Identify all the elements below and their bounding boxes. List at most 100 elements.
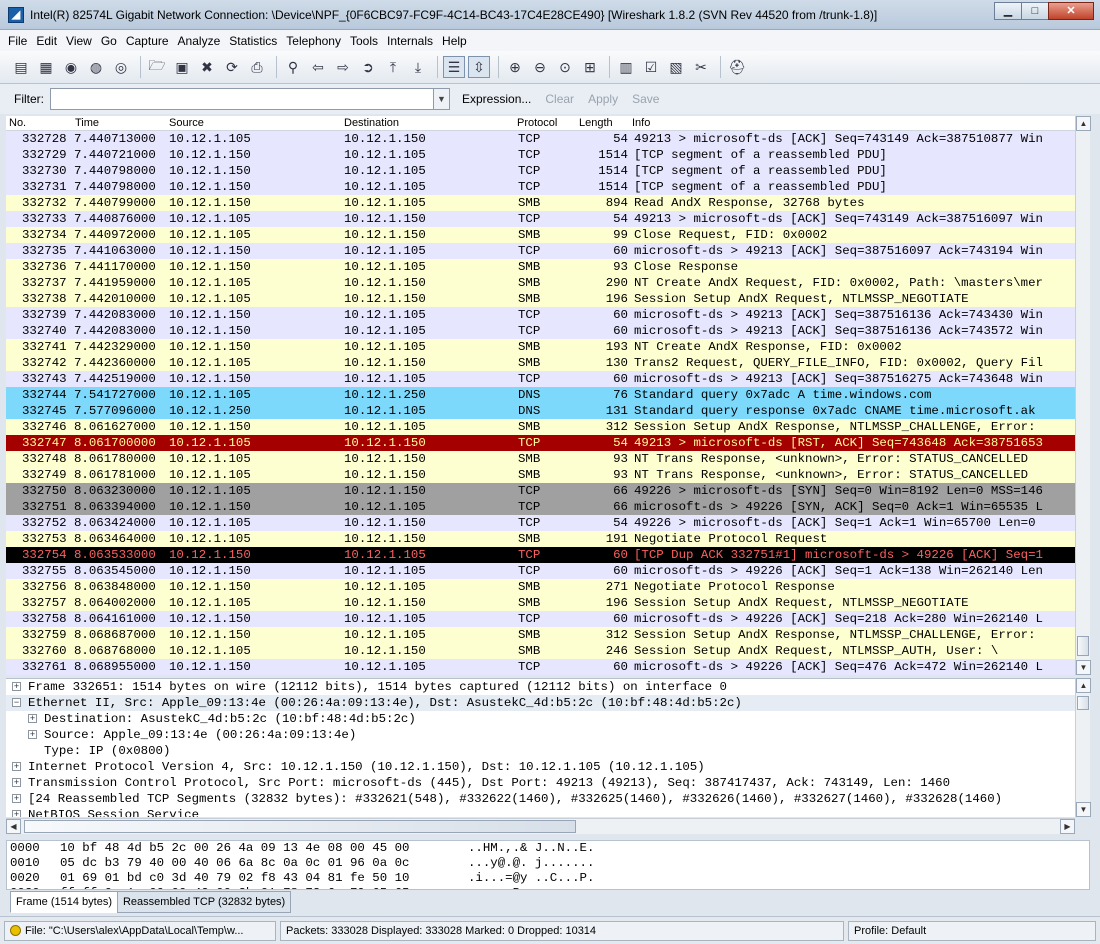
scroll-up-icon[interactable]: ▲ — [1076, 116, 1091, 131]
packet-row[interactable]: 332730 7.440798000 10.12.1.150 10.12.1.105 T… — [6, 163, 1075, 179]
packet-row[interactable]: 332739 7.442083000 10.12.1.150 10.12.1.105 T… — [6, 307, 1075, 323]
detail-tree-item[interactable]: + Destination: AsustekC_4d:b5:2c (10:bf:4… — [6, 711, 1075, 727]
scroll-down-icon[interactable]: ▼ — [1076, 660, 1091, 675]
status-profile[interactable]: Profile: Default — [848, 920, 1096, 941]
menu-file[interactable]: File — [8, 34, 27, 48]
tab-frame[interactable]: Frame (1514 bytes) — [10, 891, 118, 913]
packet-row[interactable]: 332728 7.440713000 10.12.1.105 10.12.1.150 T… — [6, 131, 1075, 147]
save-button[interactable]: Save — [632, 92, 659, 106]
status-file[interactable]: File: "C:\Users\alex\AppData\Local\Temp\… — [4, 920, 276, 941]
preferences-icon[interactable]: ✂ — [690, 56, 712, 78]
close-button[interactable]: ✕ — [1048, 2, 1094, 20]
packet-row[interactable]: 332756 8.063848000 10.12.1.150 10.12.1.105 S… — [6, 579, 1075, 595]
packet-row[interactable]: 332736 7.441170000 10.12.1.150 10.12.1.105 S… — [6, 259, 1075, 275]
packet-row[interactable]: 332729 7.440721000 10.12.1.150 10.12.1.105 T… — [6, 147, 1075, 163]
column-header-protocol[interactable]: Protocol — [517, 117, 557, 129]
display-filters-icon[interactable]: ☑ — [640, 56, 662, 78]
scroll-left-icon[interactable]: ◀ — [6, 819, 21, 834]
column-header-destination[interactable]: Destination — [344, 117, 399, 129]
expand-icon[interactable]: + — [12, 762, 21, 771]
expression-button[interactable]: Expression... — [462, 92, 531, 106]
menu-help[interactable]: Help — [442, 34, 467, 48]
packet-row[interactable]: 332753 8.063464000 10.12.1.105 10.12.1.150 S… — [6, 531, 1075, 547]
packet-row[interactable]: 332733 7.440876000 10.12.1.105 10.12.1.150 T… — [6, 211, 1075, 227]
scrollbar-thumb[interactable] — [24, 820, 576, 833]
column-header-info[interactable]: Info — [632, 117, 650, 129]
packet-row[interactable]: 332750 8.063230000 10.12.1.105 10.12.1.150 T… — [6, 483, 1075, 499]
details-scrollbar[interactable]: ▲ ▼ — [1075, 678, 1091, 817]
packet-row[interactable]: 332748 8.061780000 10.12.1.105 10.12.1.150 S… — [6, 451, 1075, 467]
packet-row[interactable]: 332760 8.068768000 10.12.1.105 10.12.1.150 S… — [6, 643, 1075, 659]
detail-tree-item[interactable]: + Source: Apple_09:13:4e (00:26:4a:09:13:… — [6, 727, 1075, 743]
coloring-rules-icon[interactable]: ▧ — [665, 56, 687, 78]
save-file-icon[interactable]: ▣ — [171, 56, 193, 78]
open-file-icon[interactable]: 🗁 — [146, 56, 168, 78]
packet-row[interactable]: 332755 8.063545000 10.12.1.150 10.12.1.105 T… — [6, 563, 1075, 579]
expand-icon[interactable]: + — [12, 810, 21, 817]
expand-icon[interactable]: + — [12, 794, 21, 803]
menu-go[interactable]: Go — [101, 34, 117, 48]
scroll-right-icon[interactable]: ▶ — [1060, 819, 1075, 834]
packet-row[interactable]: 332740 7.442083000 10.12.1.150 10.12.1.105 T… — [6, 323, 1075, 339]
packet-row[interactable]: 332757 8.064002000 10.12.1.105 10.12.1.150 S… — [6, 595, 1075, 611]
menu-statistics[interactable]: Statistics — [229, 34, 277, 48]
packet-row[interactable]: 332737 7.441959000 10.12.1.105 10.12.1.150 S… — [6, 275, 1075, 291]
packet-row[interactable]: 332741 7.442329000 10.12.1.150 10.12.1.105 S… — [6, 339, 1075, 355]
menu-edit[interactable]: Edit — [36, 34, 57, 48]
restart-capture-icon[interactable]: ◎ — [110, 56, 132, 78]
column-header-time[interactable]: Time — [75, 117, 99, 129]
help-icon[interactable]: ⛑ — [726, 56, 748, 78]
column-header-no[interactable]: No. — [9, 117, 26, 129]
expand-icon[interactable]: + — [28, 730, 37, 739]
filter-dropdown-icon[interactable]: ▼ — [434, 88, 450, 110]
scrollbar-thumb[interactable] — [1077, 636, 1089, 656]
filter-input[interactable] — [50, 88, 434, 110]
zoom-out-icon[interactable]: ⊖ — [529, 56, 551, 78]
scrollbar-thumb[interactable] — [1077, 696, 1089, 710]
menu-telephony[interactable]: Telephony — [286, 34, 341, 48]
capture-filters-icon[interactable]: ▥ — [615, 56, 637, 78]
packet-row[interactable]: 332742 7.442360000 10.12.1.105 10.12.1.150 S… — [6, 355, 1075, 371]
go-first-icon[interactable]: ⤒ — [382, 56, 404, 78]
detail-tree-item[interactable]: − Ethernet II, Src: Apple_09:13:4e (00:26… — [6, 695, 1075, 711]
detail-tree-item[interactable]: + NetBIOS Session Service — [6, 807, 1075, 817]
menu-tools[interactable]: Tools — [350, 34, 378, 48]
detail-tree-item[interactable]: + Frame 332651: 1514 bytes on wire (12112… — [6, 679, 1075, 695]
scroll-down-icon[interactable]: ▼ — [1076, 802, 1091, 817]
column-header-source[interactable]: Source — [169, 117, 204, 129]
packet-row[interactable]: 332744 7.541727000 10.12.1.105 10.12.1.250 D… — [6, 387, 1075, 403]
packet-row[interactable]: 332738 7.442010000 10.12.1.105 10.12.1.150 S… — [6, 291, 1075, 307]
print-icon[interactable]: ⎙ — [246, 56, 268, 78]
go-forward-icon[interactable]: ⇨ — [332, 56, 354, 78]
packet-row[interactable]: 332747 8.061700000 10.12.1.105 10.12.1.150 T… — [6, 435, 1075, 451]
menu-capture[interactable]: Capture — [126, 34, 169, 48]
detail-tree-item[interactable]: + Internet Protocol Version 4, Src: 10.12… — [6, 759, 1075, 775]
find-packet-icon[interactable]: ⚲ — [282, 56, 304, 78]
packet-row[interactable]: 332752 8.063424000 10.12.1.105 10.12.1.150 T… — [6, 515, 1075, 531]
expert-info-icon[interactable] — [10, 924, 21, 936]
details-horizontal-scrollbar[interactable]: ◀ ▶ — [6, 818, 1075, 834]
colorize-icon[interactable]: ☰ — [443, 56, 465, 78]
packet-row[interactable]: 332758 8.064161000 10.12.1.150 10.12.1.105 T… — [6, 611, 1075, 627]
menu-view[interactable]: View — [66, 34, 92, 48]
packet-row[interactable]: 332749 8.061781000 10.12.1.105 10.12.1.150 S… — [6, 467, 1075, 483]
auto-scroll-icon[interactable]: ⇳ — [468, 56, 490, 78]
packet-row[interactable]: 332761 8.068955000 10.12.1.150 10.12.1.105 T… — [6, 659, 1075, 675]
collapse-icon[interactable]: − — [12, 698, 21, 707]
tab-reassembled-tcp[interactable]: Reassembled TCP (32832 bytes) — [116, 891, 292, 913]
maximize-button[interactable]: □ — [1021, 2, 1049, 20]
column-header-length[interactable]: Length — [579, 117, 613, 129]
packet-row[interactable]: 332731 7.440798000 10.12.1.150 10.12.1.105 T… — [6, 179, 1075, 195]
expand-icon[interactable]: + — [28, 714, 37, 723]
zoom-in-icon[interactable]: ⊕ — [504, 56, 526, 78]
close-file-icon[interactable]: ✖ — [196, 56, 218, 78]
interfaces-icon[interactable]: ▤ — [10, 56, 32, 78]
menu-analyze[interactable]: Analyze — [178, 34, 221, 48]
packet-row[interactable]: 332751 8.063394000 10.12.1.150 10.12.1.105 T… — [6, 499, 1075, 515]
stop-capture-icon[interactable]: ◍ — [85, 56, 107, 78]
packet-row[interactable]: 332734 7.440972000 10.12.1.105 10.12.1.150 S… — [6, 227, 1075, 243]
packet-row[interactable]: 332732 7.440799000 10.12.1.150 10.12.1.105 S… — [6, 195, 1075, 211]
expand-icon[interactable]: + — [12, 682, 21, 691]
packet-row[interactable]: 332754 8.063533000 10.12.1.150 10.12.1.105 T… — [6, 547, 1075, 563]
menu-internals[interactable]: Internals — [387, 34, 433, 48]
